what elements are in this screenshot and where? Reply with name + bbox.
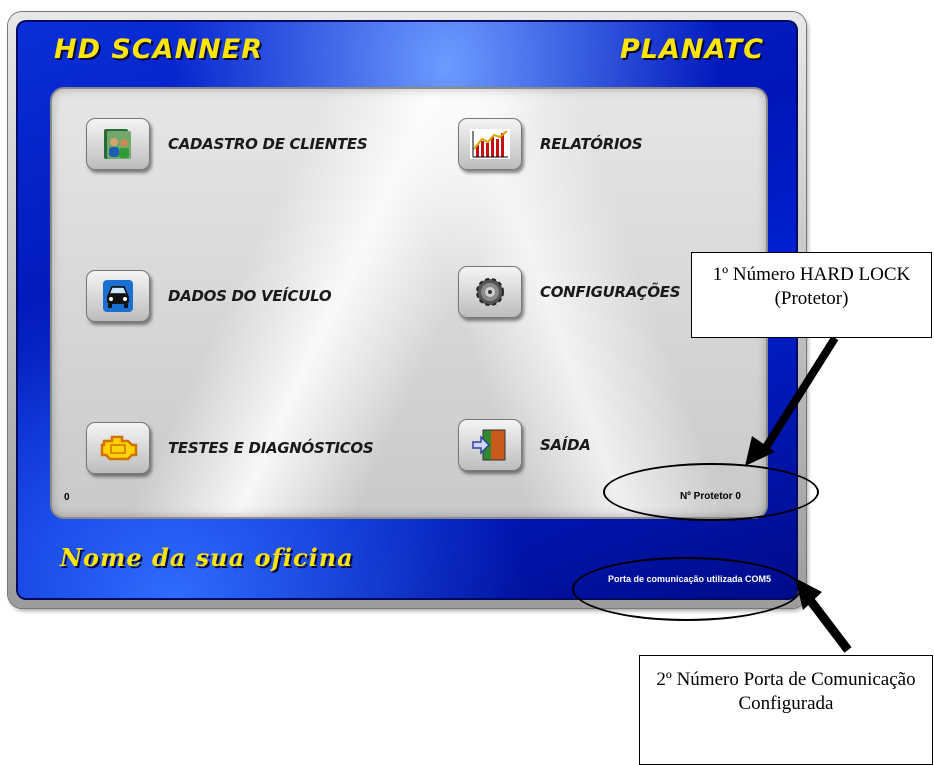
callout-port-text: 2º Número Porta de Comunicação Configura… xyxy=(656,669,916,714)
callout-arrows xyxy=(745,335,852,653)
callout-hard-lock-text: 1º Número HARD LOCK (Protetor) xyxy=(712,264,911,309)
callout-hard-lock: 1º Número HARD LOCK (Protetor) xyxy=(691,252,932,338)
callout-port: 2º Número Porta de Comunicação Configura… xyxy=(639,655,933,765)
